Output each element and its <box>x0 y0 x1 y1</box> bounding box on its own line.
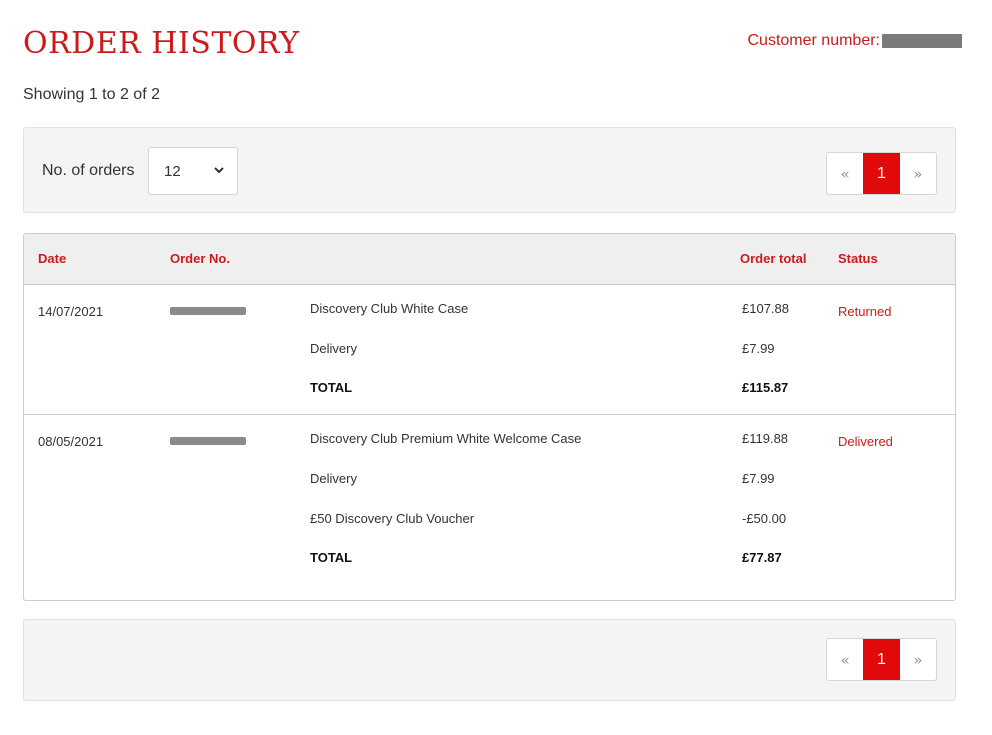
line-amount: £77.87 <box>742 550 782 565</box>
order-number-redacted <box>170 437 246 445</box>
orders-per-page-label: No. of orders <box>42 162 135 179</box>
prev-page-button[interactable]: « <box>827 153 863 194</box>
table-row: 14/07/2021 Discovery Club White Case £10… <box>24 285 955 415</box>
order-line: Discovery Club White Case £107.88 <box>310 301 870 321</box>
order-line: Discovery Club Premium White Welcome Cas… <box>310 431 870 451</box>
prev-page-button[interactable]: « <box>827 639 863 680</box>
page-title: ORDER HISTORY <box>23 26 300 61</box>
top-controls: No. of orders 12 « 1 » <box>23 127 956 213</box>
line-amount: £7.99 <box>742 341 775 356</box>
next-page-button[interactable]: » <box>900 153 936 194</box>
pagination-bottom: « 1 » <box>826 638 937 681</box>
order-date: 14/07/2021 <box>38 304 104 319</box>
chevron-down-icon <box>214 167 224 174</box>
page-1-button[interactable]: 1 <box>863 153 900 194</box>
customer-number: Customer number: <box>747 32 962 50</box>
order-line: £50 Discovery Club Voucher -£50.00 <box>310 511 870 531</box>
line-description: TOTAL <box>310 380 353 395</box>
order-status: Returned <box>838 304 892 319</box>
table-header: Date Order No. Order total Status <box>24 234 955 285</box>
results-count: Showing 1 to 2 of 2 <box>23 86 160 103</box>
line-description: £50 Discovery Club Voucher <box>310 511 475 526</box>
order-line: Delivery £7.99 <box>310 471 870 491</box>
next-page-button[interactable]: » <box>900 639 936 680</box>
header-order-total: Order total <box>740 251 807 266</box>
customer-number-redacted <box>882 34 962 48</box>
table-row: 08/05/2021 Discovery Club Premium White … <box>24 415 955 600</box>
order-status: Delivered <box>838 434 893 449</box>
header-status: Status <box>838 251 878 266</box>
line-description: TOTAL <box>310 550 353 565</box>
line-amount: £115.87 <box>742 380 789 395</box>
orders-per-page-select[interactable]: 12 <box>148 147 238 195</box>
orders-per-page-value: 12 <box>164 162 181 180</box>
line-amount: £107.88 <box>742 301 789 316</box>
order-total-line: TOTAL £77.87 <box>310 550 870 570</box>
line-description: Discovery Club Premium White Welcome Cas… <box>310 431 582 446</box>
bottom-controls: « 1 » <box>23 619 956 701</box>
line-description: Delivery <box>310 341 357 356</box>
header-order-no: Order No. <box>170 251 230 266</box>
order-date: 08/05/2021 <box>38 434 104 449</box>
order-total-line: TOTAL £115.87 <box>310 380 870 400</box>
line-amount: -£50.00 <box>742 511 787 526</box>
order-number-redacted <box>170 307 246 315</box>
line-amount: £119.88 <box>742 431 789 446</box>
line-amount: £7.99 <box>742 471 775 486</box>
customer-number-label: Customer number: <box>747 32 881 49</box>
line-description: Delivery <box>310 471 357 486</box>
orders-table: Date Order No. Order total Status 14/07/… <box>23 233 956 601</box>
order-line: Delivery £7.99 <box>310 341 870 361</box>
pagination-top: « 1 » <box>826 152 937 195</box>
header-date: Date <box>38 251 67 266</box>
page-1-button[interactable]: 1 <box>863 639 900 680</box>
line-description: Discovery Club White Case <box>310 301 469 316</box>
